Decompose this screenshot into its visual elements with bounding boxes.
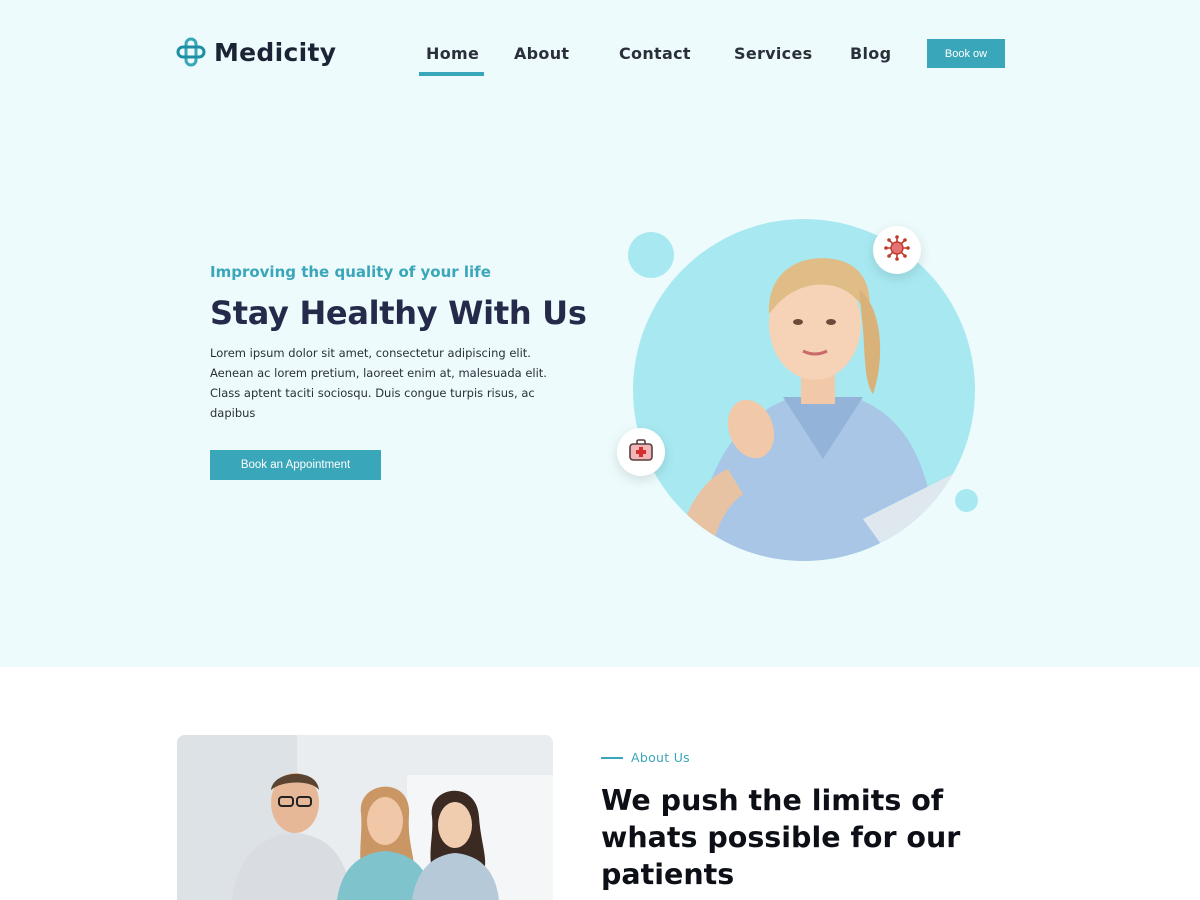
first-aid-badge — [617, 428, 665, 476]
nav-active-indicator — [419, 72, 484, 76]
medical-team-photo — [177, 735, 553, 900]
about-eyebrow: About Us — [601, 750, 690, 765]
book-now-button[interactable]: Book ow — [927, 39, 1005, 68]
nav-blog[interactable]: Blog — [850, 44, 891, 63]
decorative-circle-small — [955, 489, 978, 512]
decorative-circle — [628, 232, 674, 278]
hero-tagline: Improving the quality of your life — [210, 263, 491, 281]
book-appointment-button[interactable]: Book an Appointment — [210, 450, 381, 480]
nav-home[interactable]: Home — [426, 44, 479, 63]
doctor-photo — [633, 219, 975, 561]
nav-about[interactable]: About — [514, 44, 569, 63]
first-aid-kit-icon — [628, 437, 654, 467]
hero-description: Lorem ipsum dolor sit amet, consectetur … — [210, 346, 547, 420]
about-label: About Us — [631, 750, 690, 765]
nav-services[interactable]: Services — [734, 44, 812, 63]
main-nav: Home About Contact Services Blog — [0, 40, 1200, 80]
virus-icon — [883, 234, 911, 266]
eyebrow-divider — [601, 756, 623, 759]
virus-badge — [873, 226, 921, 274]
hero-title: Stay Healthy With Us — [210, 294, 587, 332]
hero-section: Medicity Home About Contact Services Blo… — [0, 0, 1200, 667]
nav-contact[interactable]: Contact — [619, 44, 691, 63]
about-title: We push the limits of whats possible for… — [601, 784, 961, 891]
